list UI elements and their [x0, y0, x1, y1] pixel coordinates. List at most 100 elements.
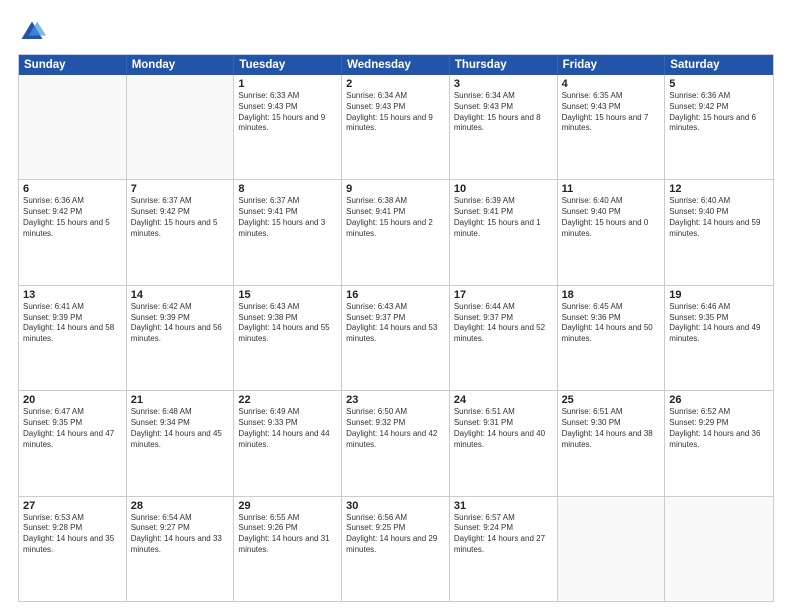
- calendar-cell: [19, 75, 127, 179]
- calendar-cell: 26Sunrise: 6:52 AM Sunset: 9:29 PM Dayli…: [665, 391, 773, 495]
- cell-text: Sunrise: 6:57 AM Sunset: 9:24 PM Dayligh…: [454, 513, 553, 556]
- cell-text: Sunrise: 6:40 AM Sunset: 9:40 PM Dayligh…: [562, 196, 661, 239]
- cell-text: Sunrise: 6:50 AM Sunset: 9:32 PM Dayligh…: [346, 407, 445, 450]
- calendar-cell: 25Sunrise: 6:51 AM Sunset: 9:30 PM Dayli…: [558, 391, 666, 495]
- calendar-header: SundayMondayTuesdayWednesdayThursdayFrid…: [19, 55, 773, 75]
- day-number: 24: [454, 394, 553, 406]
- day-number: 12: [669, 183, 769, 195]
- calendar-cell: 4Sunrise: 6:35 AM Sunset: 9:43 PM Daylig…: [558, 75, 666, 179]
- cell-text: Sunrise: 6:54 AM Sunset: 9:27 PM Dayligh…: [131, 513, 230, 556]
- day-number: 30: [346, 500, 445, 512]
- calendar-cell: 17Sunrise: 6:44 AM Sunset: 9:37 PM Dayli…: [450, 286, 558, 390]
- cell-text: Sunrise: 6:42 AM Sunset: 9:39 PM Dayligh…: [131, 302, 230, 345]
- calendar-cell: 31Sunrise: 6:57 AM Sunset: 9:24 PM Dayli…: [450, 497, 558, 601]
- cell-text: Sunrise: 6:55 AM Sunset: 9:26 PM Dayligh…: [238, 513, 337, 556]
- logo-icon: [18, 18, 46, 46]
- calendar-row: 27Sunrise: 6:53 AM Sunset: 9:28 PM Dayli…: [19, 496, 773, 601]
- cell-text: Sunrise: 6:34 AM Sunset: 9:43 PM Dayligh…: [346, 91, 445, 134]
- calendar-cell: 20Sunrise: 6:47 AM Sunset: 9:35 PM Dayli…: [19, 391, 127, 495]
- calendar-cell: 27Sunrise: 6:53 AM Sunset: 9:28 PM Dayli…: [19, 497, 127, 601]
- day-number: 21: [131, 394, 230, 406]
- calendar-header-cell: Saturday: [665, 55, 773, 75]
- day-number: 15: [238, 289, 337, 301]
- calendar-header-cell: Wednesday: [342, 55, 450, 75]
- day-number: 22: [238, 394, 337, 406]
- calendar-cell: 1Sunrise: 6:33 AM Sunset: 9:43 PM Daylig…: [234, 75, 342, 179]
- calendar-cell: 5Sunrise: 6:36 AM Sunset: 9:42 PM Daylig…: [665, 75, 773, 179]
- cell-text: Sunrise: 6:43 AM Sunset: 9:37 PM Dayligh…: [346, 302, 445, 345]
- calendar-row: 1Sunrise: 6:33 AM Sunset: 9:43 PM Daylig…: [19, 75, 773, 179]
- cell-text: Sunrise: 6:38 AM Sunset: 9:41 PM Dayligh…: [346, 196, 445, 239]
- cell-text: Sunrise: 6:43 AM Sunset: 9:38 PM Dayligh…: [238, 302, 337, 345]
- calendar-body: 1Sunrise: 6:33 AM Sunset: 9:43 PM Daylig…: [19, 75, 773, 601]
- day-number: 23: [346, 394, 445, 406]
- day-number: 11: [562, 183, 661, 195]
- calendar-cell: 15Sunrise: 6:43 AM Sunset: 9:38 PM Dayli…: [234, 286, 342, 390]
- calendar-cell: 29Sunrise: 6:55 AM Sunset: 9:26 PM Dayli…: [234, 497, 342, 601]
- day-number: 13: [23, 289, 122, 301]
- calendar-header-cell: Thursday: [450, 55, 558, 75]
- logo: [18, 18, 50, 46]
- calendar-cell: 11Sunrise: 6:40 AM Sunset: 9:40 PM Dayli…: [558, 180, 666, 284]
- cell-text: Sunrise: 6:37 AM Sunset: 9:42 PM Dayligh…: [131, 196, 230, 239]
- cell-text: Sunrise: 6:53 AM Sunset: 9:28 PM Dayligh…: [23, 513, 122, 556]
- calendar-row: 13Sunrise: 6:41 AM Sunset: 9:39 PM Dayli…: [19, 285, 773, 390]
- day-number: 16: [346, 289, 445, 301]
- calendar: SundayMondayTuesdayWednesdayThursdayFrid…: [18, 54, 774, 602]
- day-number: 5: [669, 78, 769, 90]
- calendar-cell: [127, 75, 235, 179]
- day-number: 3: [454, 78, 553, 90]
- day-number: 17: [454, 289, 553, 301]
- cell-text: Sunrise: 6:48 AM Sunset: 9:34 PM Dayligh…: [131, 407, 230, 450]
- calendar-cell: 19Sunrise: 6:46 AM Sunset: 9:35 PM Dayli…: [665, 286, 773, 390]
- day-number: 28: [131, 500, 230, 512]
- cell-text: Sunrise: 6:49 AM Sunset: 9:33 PM Dayligh…: [238, 407, 337, 450]
- day-number: 14: [131, 289, 230, 301]
- calendar-cell: 6Sunrise: 6:36 AM Sunset: 9:42 PM Daylig…: [19, 180, 127, 284]
- calendar-cell: 24Sunrise: 6:51 AM Sunset: 9:31 PM Dayli…: [450, 391, 558, 495]
- calendar-cell: 8Sunrise: 6:37 AM Sunset: 9:41 PM Daylig…: [234, 180, 342, 284]
- cell-text: Sunrise: 6:35 AM Sunset: 9:43 PM Dayligh…: [562, 91, 661, 134]
- calendar-cell: 28Sunrise: 6:54 AM Sunset: 9:27 PM Dayli…: [127, 497, 235, 601]
- day-number: 27: [23, 500, 122, 512]
- day-number: 4: [562, 78, 661, 90]
- calendar-header-cell: Sunday: [19, 55, 127, 75]
- calendar-cell: [665, 497, 773, 601]
- day-number: 8: [238, 183, 337, 195]
- header: [18, 18, 774, 46]
- calendar-cell: 16Sunrise: 6:43 AM Sunset: 9:37 PM Dayli…: [342, 286, 450, 390]
- calendar-row: 20Sunrise: 6:47 AM Sunset: 9:35 PM Dayli…: [19, 390, 773, 495]
- day-number: 10: [454, 183, 553, 195]
- cell-text: Sunrise: 6:52 AM Sunset: 9:29 PM Dayligh…: [669, 407, 769, 450]
- calendar-cell: 18Sunrise: 6:45 AM Sunset: 9:36 PM Dayli…: [558, 286, 666, 390]
- calendar-header-cell: Monday: [127, 55, 235, 75]
- calendar-cell: 30Sunrise: 6:56 AM Sunset: 9:25 PM Dayli…: [342, 497, 450, 601]
- day-number: 9: [346, 183, 445, 195]
- cell-text: Sunrise: 6:36 AM Sunset: 9:42 PM Dayligh…: [23, 196, 122, 239]
- day-number: 25: [562, 394, 661, 406]
- calendar-row: 6Sunrise: 6:36 AM Sunset: 9:42 PM Daylig…: [19, 179, 773, 284]
- day-number: 2: [346, 78, 445, 90]
- cell-text: Sunrise: 6:40 AM Sunset: 9:40 PM Dayligh…: [669, 196, 769, 239]
- calendar-cell: 2Sunrise: 6:34 AM Sunset: 9:43 PM Daylig…: [342, 75, 450, 179]
- calendar-header-cell: Friday: [558, 55, 666, 75]
- day-number: 31: [454, 500, 553, 512]
- day-number: 20: [23, 394, 122, 406]
- calendar-cell: 22Sunrise: 6:49 AM Sunset: 9:33 PM Dayli…: [234, 391, 342, 495]
- calendar-cell: 3Sunrise: 6:34 AM Sunset: 9:43 PM Daylig…: [450, 75, 558, 179]
- day-number: 7: [131, 183, 230, 195]
- cell-text: Sunrise: 6:39 AM Sunset: 9:41 PM Dayligh…: [454, 196, 553, 239]
- cell-text: Sunrise: 6:44 AM Sunset: 9:37 PM Dayligh…: [454, 302, 553, 345]
- cell-text: Sunrise: 6:51 AM Sunset: 9:30 PM Dayligh…: [562, 407, 661, 450]
- cell-text: Sunrise: 6:33 AM Sunset: 9:43 PM Dayligh…: [238, 91, 337, 134]
- calendar-cell: 14Sunrise: 6:42 AM Sunset: 9:39 PM Dayli…: [127, 286, 235, 390]
- cell-text: Sunrise: 6:45 AM Sunset: 9:36 PM Dayligh…: [562, 302, 661, 345]
- calendar-cell: 9Sunrise: 6:38 AM Sunset: 9:41 PM Daylig…: [342, 180, 450, 284]
- calendar-cell: [558, 497, 666, 601]
- cell-text: Sunrise: 6:41 AM Sunset: 9:39 PM Dayligh…: [23, 302, 122, 345]
- cell-text: Sunrise: 6:37 AM Sunset: 9:41 PM Dayligh…: [238, 196, 337, 239]
- calendar-cell: 7Sunrise: 6:37 AM Sunset: 9:42 PM Daylig…: [127, 180, 235, 284]
- calendar-cell: 10Sunrise: 6:39 AM Sunset: 9:41 PM Dayli…: [450, 180, 558, 284]
- page: SundayMondayTuesdayWednesdayThursdayFrid…: [0, 0, 792, 612]
- day-number: 19: [669, 289, 769, 301]
